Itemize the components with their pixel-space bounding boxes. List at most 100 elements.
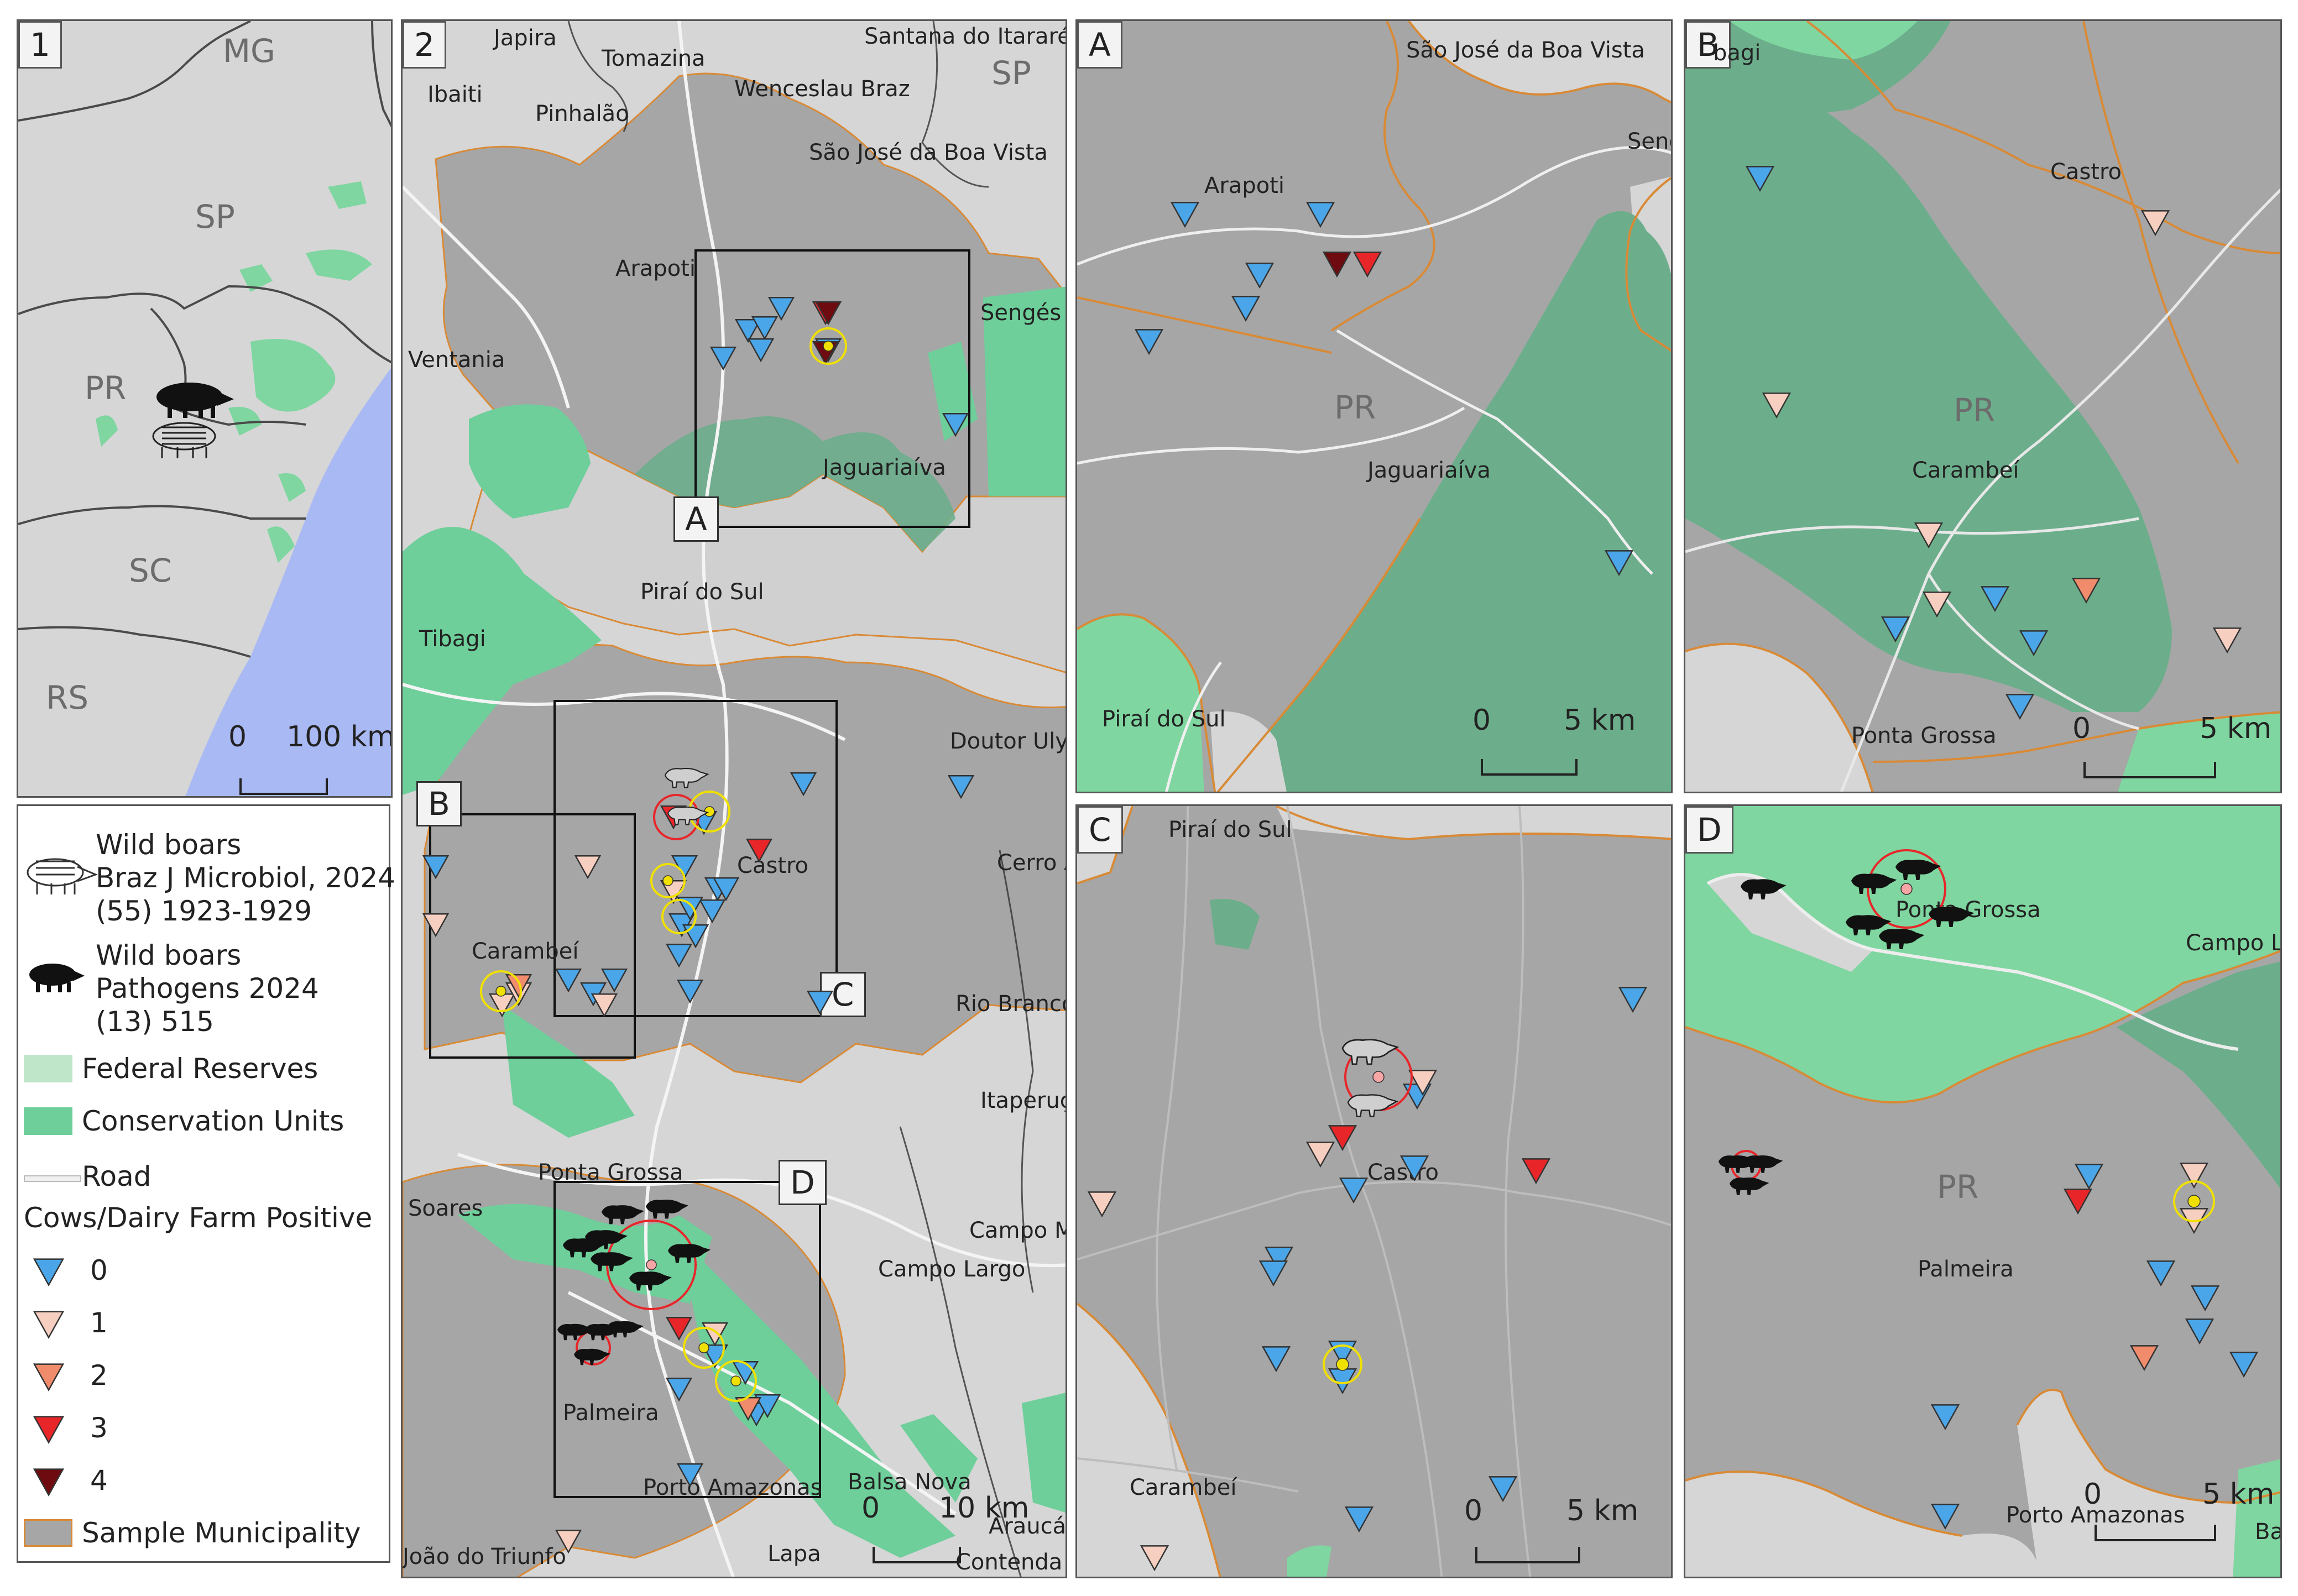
state-label-pr: PR [1937, 1168, 1979, 1206]
legend-class-1: 1 [90, 1307, 108, 1339]
inset-d-scale-bar [2095, 1525, 2216, 1541]
state-label-pr: PR [1954, 391, 1996, 429]
inset-a-scale-bar [1481, 759, 1578, 776]
farm-marker-class-0 [33, 1258, 65, 1286]
place-label: Jaguariaíva [1367, 458, 1491, 483]
place-label: Tomazina [602, 46, 706, 71]
place-label: Castro [2050, 159, 2122, 185]
inset-box-label-d: D [779, 1160, 827, 1205]
panel-2-tag: 2 [403, 21, 446, 69]
place-label: Carambeí [472, 939, 579, 964]
inset-box-label-b: B [416, 781, 462, 826]
region-scale-end: 10 km [939, 1492, 1030, 1525]
farm-marker-class-2 [33, 1363, 65, 1391]
sample-municipality-swatch [24, 1519, 72, 1547]
place-label: Palmeira [563, 1400, 659, 1426]
inset-b-scale-end: 5 km [2200, 712, 2272, 745]
place-label: Wenceslau Braz [734, 76, 910, 102]
place-label: Carambeí [1130, 1475, 1237, 1500]
legend-class-3: 3 [90, 1412, 108, 1444]
place-label: Ibaiti [427, 82, 483, 107]
state-label-sp: SP [195, 198, 235, 236]
place-label: Carambeí [1912, 458, 2019, 483]
panel-c-tag: C [1077, 806, 1123, 854]
inset-box-label-a: A [673, 496, 719, 542]
legend-class-2: 2 [90, 1359, 108, 1391]
legend-class-0: 0 [90, 1254, 108, 1286]
farm-marker-class-4 [33, 1468, 65, 1496]
panel-1-tag: 1 [18, 21, 62, 69]
region-scale-zero: 0 [861, 1492, 880, 1525]
place-label: bagi [1713, 40, 1761, 66]
place-label: São José da Boa Vista [809, 140, 1048, 165]
place-label: Itaperuçu [980, 1088, 1066, 1113]
place-label: Piraí do Sul [1168, 817, 1292, 843]
place-label: Japira [494, 25, 557, 51]
state-label-rs: RS [46, 679, 89, 716]
state-label-pr: PR [85, 369, 127, 407]
place-label: Jaguariaíva [823, 455, 946, 480]
inset-b-scale-zero: 0 [2072, 712, 2091, 745]
inset-box-label-c: C [820, 972, 866, 1017]
place-label: Arapoti [1204, 173, 1284, 198]
region-map-svg [403, 21, 1066, 1577]
place-label: Contenda [955, 1550, 1063, 1575]
place-label: Bals [2255, 1519, 2282, 1545]
legend-municipality: Sample Municipality [82, 1517, 361, 1549]
place-label: Arapoti [615, 256, 696, 281]
inset-c-scale-bar [1475, 1547, 1580, 1563]
inset-c-scale-zero: 0 [1464, 1494, 1483, 1527]
inset-a-scale-end: 5 km [1564, 704, 1636, 737]
panel-a-tag: A [1077, 21, 1122, 69]
inset-b-scale-bar [2083, 762, 2216, 778]
place-label: Ponta Grossa [1895, 897, 2041, 923]
panel-d-inset-map: D Ponta Grossa Campo La PR Palmeira Port… [1684, 804, 2282, 1578]
place-label: Castro [1367, 1160, 1439, 1185]
state-label-sc: SC [129, 552, 172, 589]
place-label: São José da Boa Vista [1406, 38, 1645, 63]
place-label: Lapa [767, 1541, 821, 1567]
overview-scale-end: 100 km [286, 720, 393, 753]
place-label: Ponta Grossa [1851, 723, 1997, 749]
place-label: Doutor Ulyss [950, 729, 1067, 754]
place-label: Santana do Itararé [864, 24, 1067, 49]
place-label: Pinhalão [535, 101, 629, 127]
place-label: Rio Branco [955, 991, 1067, 1017]
place-label: Ponta Grossa [538, 1160, 683, 1185]
place-label: Tibagi [419, 626, 486, 652]
place-label: Sengés [980, 300, 1062, 326]
overview-scale-bar [239, 778, 328, 795]
inset-c-scale-end: 5 km [1566, 1494, 1639, 1527]
panel-2-region-map: 2 Japira Tomazina Santana do Itararé SP … [401, 19, 1067, 1578]
place-label: Palmeira [1918, 1257, 2014, 1282]
panel-b-inset-map: B bagi Castro PR Carambeí Ponta Grossa 0… [1684, 19, 2282, 793]
place-label: Seng [1627, 129, 1671, 154]
legend: Wild boars Braz J Microbiol, 2024 (55) 1… [17, 804, 395, 1563]
panel-a-inset-map: A São José da Boa Vista Seng Arapoti PR … [1075, 19, 1673, 793]
place-label: Cerro A [997, 850, 1066, 876]
state-label-sp: SP [991, 54, 1031, 92]
place-label: Campo Ma [969, 1218, 1066, 1243]
farm-marker-class-3 [33, 1416, 65, 1444]
panel-1-overview-map: 1 MG SP PR SC RS 0 100 km [17, 19, 393, 798]
state-label-pr: PR [1334, 389, 1376, 426]
place-label: João do Triunfo [403, 1544, 566, 1569]
place-label: Piraí do Sul [1102, 707, 1226, 732]
place-label: Campo Largo [878, 1257, 1026, 1282]
legend-class-4: 4 [90, 1464, 108, 1496]
overview-scale-zero: 0 [228, 720, 247, 753]
inset-c-svg [1077, 806, 1671, 1577]
inset-a-scale-zero: 0 [1472, 704, 1491, 737]
farm-marker-class-1 [33, 1311, 65, 1339]
place-label: Ventania [408, 347, 505, 373]
inset-d-scale-end: 5 km [2202, 1478, 2275, 1511]
inset-d-scale-zero: 0 [2083, 1478, 2102, 1511]
place-label: Soares [408, 1196, 483, 1221]
place-label: Castro [737, 853, 809, 878]
panel-d-tag: D [1685, 806, 1733, 854]
place-label: Porto Amazonas [643, 1475, 822, 1500]
region-scale-bar [873, 1547, 961, 1563]
place-label: Campo La [2186, 930, 2280, 956]
state-label-mg: MG [223, 32, 275, 70]
panel-c-inset-map: C Piraí do Sul Castro Carambeí 0 5 km [1075, 804, 1673, 1578]
